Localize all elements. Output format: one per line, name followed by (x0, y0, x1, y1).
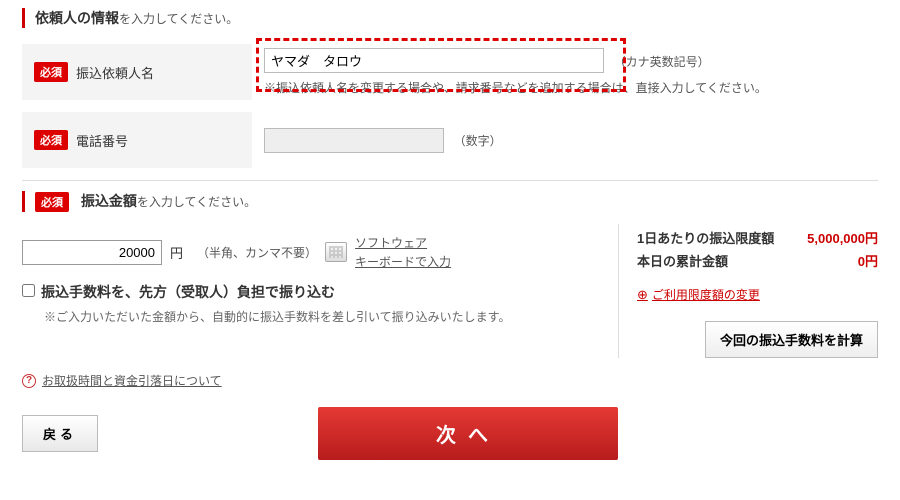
client-name-row: 必須 振込依頼人名 （カナ英数記号） ※振込依頼人名を変更する場合や、請求番号な… (22, 40, 878, 104)
client-name-content: （カナ英数記号） ※振込依頼人名を変更する場合や、請求番号などを追加する場合は、… (252, 40, 878, 104)
phone-row: 必須 電話番号 （数字） (22, 112, 878, 168)
required-badge: 必須 (34, 62, 68, 82)
client-name-hint: ※振込依頼人名を変更する場合や、請求番号などを追加する場合は、直接入力してくださ… (264, 79, 866, 96)
client-name-input[interactable] (264, 48, 604, 73)
client-section-header: 依頼人の情報を入力してください。 (22, 8, 878, 28)
amount-unit: 円 (170, 243, 183, 262)
divider (22, 180, 878, 181)
daily-limit-label: 1日あたりの振込限度額 (637, 228, 774, 247)
phone-note: （数字） (454, 134, 502, 148)
soft-keyboard-link-1[interactable]: ソフトウェア (355, 234, 451, 251)
back-button[interactable]: 戻る (22, 415, 98, 452)
client-section-subtitle: を入力してください。 (119, 12, 238, 26)
amount-section-title: 振込金額 (81, 193, 137, 209)
daily-limit-row: 1日あたりの振込限度額 5,000,000円 (637, 228, 878, 247)
calc-fee-button[interactable]: 今回の振込手数料を計算 (705, 321, 878, 358)
phone-label: 電話番号 (76, 131, 128, 150)
handling-time-link[interactable]: お取扱時間と資金引落日について (42, 372, 222, 389)
today-total-row: 本日の累計金額 0円 (637, 251, 878, 270)
fee-note: ※ご入力いただいた金額から、自動的に振込手数料を差し引いて振り込みいたします。 (44, 308, 598, 327)
change-limit-link[interactable]: ご利用限度額の変更 (637, 286, 760, 303)
today-total-value: 0円 (858, 251, 878, 270)
phone-content: （数字） (252, 120, 878, 161)
amount-section-subtitle: を入力してください。 (137, 195, 256, 209)
keyboard-icon[interactable] (325, 242, 347, 262)
daily-limit-value: 5,000,000円 (807, 228, 878, 247)
amount-input-row: 円 （半角、カンマ不要） ソフトウェア キーボードで入力 (22, 234, 598, 270)
client-name-label-box: 必須 振込依頼人名 (22, 44, 252, 100)
help-icon: ? (22, 374, 36, 388)
phone-label-box: 必須 電話番号 (22, 112, 252, 168)
limits-panel: 1日あたりの振込限度額 5,000,000円 本日の累計金額 0円 ご利用限度額… (618, 224, 878, 358)
help-link-row: ? お取扱時間と資金引落日について (20, 372, 880, 389)
fee-checkbox-row: 振込手数料を、先方（受取人）負担で振り込む (22, 282, 598, 302)
next-button[interactable]: 次へ (318, 407, 618, 460)
bottom-bar: 戻る 次へ (20, 407, 880, 460)
client-name-label: 振込依頼人名 (76, 63, 154, 82)
amount-input-note: （半角、カンマ不要） (197, 244, 317, 261)
today-total-label: 本日の累計金額 (637, 251, 728, 270)
amount-input[interactable] (22, 240, 162, 265)
fee-checkbox-label[interactable]: 振込手数料を、先方（受取人）負担で振り込む (41, 282, 335, 302)
amount-left-column: 円 （半角、カンマ不要） ソフトウェア キーボードで入力 振込手数料を、先方（受… (22, 224, 598, 358)
client-section-title: 依頼人の情報 (35, 10, 119, 26)
required-badge: 必須 (35, 192, 69, 212)
fee-checkbox[interactable] (22, 284, 35, 297)
amount-columns: 円 （半角、カンマ不要） ソフトウェア キーボードで入力 振込手数料を、先方（受… (22, 224, 878, 358)
client-name-note: （カナ英数記号） (614, 55, 710, 69)
amount-section-header: 必須 振込金額を入力してください。 (22, 191, 878, 212)
required-badge: 必須 (34, 130, 68, 150)
soft-keyboard-link-2[interactable]: キーボードで入力 (355, 253, 451, 270)
phone-input[interactable] (264, 128, 444, 153)
